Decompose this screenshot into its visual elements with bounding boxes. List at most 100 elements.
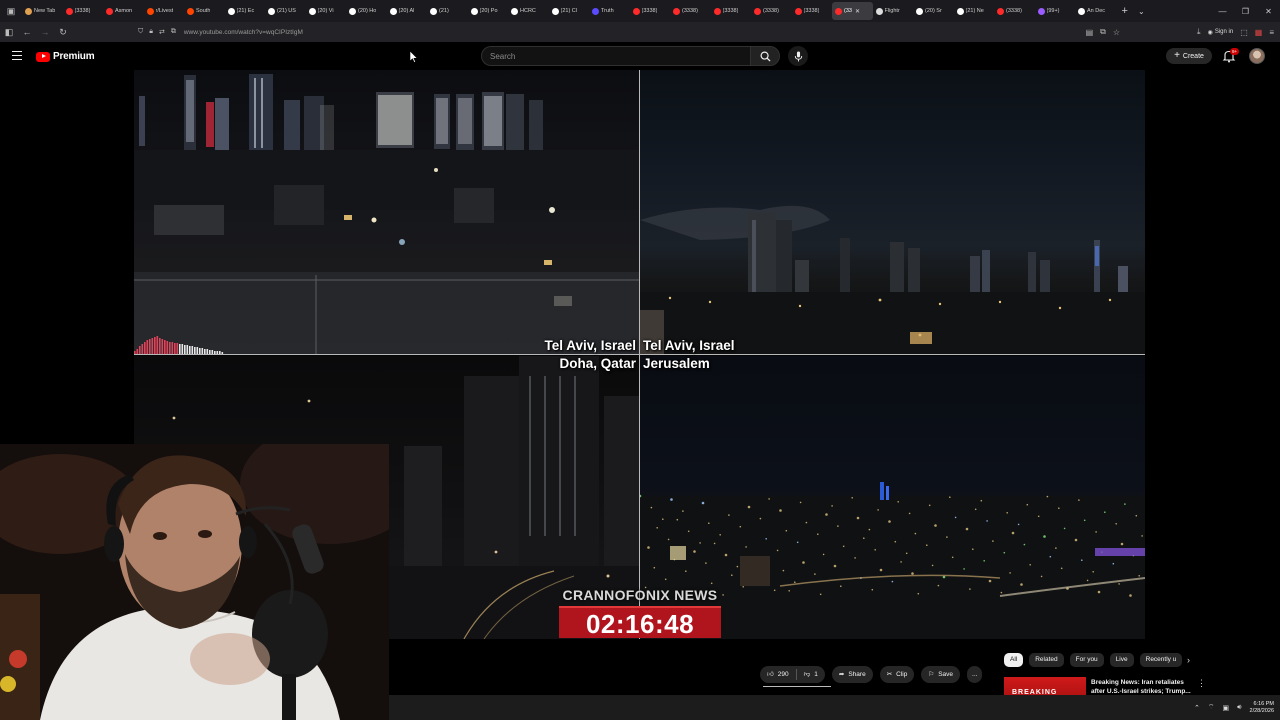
chevron-right-icon[interactable]: › (1187, 655, 1190, 665)
browser-tab[interactable]: Flightr (873, 2, 914, 20)
search-input[interactable] (490, 51, 750, 61)
browser-tab[interactable]: (21) Ec (225, 2, 266, 20)
city-light (1006, 512, 1008, 514)
browser-tab[interactable]: Truth (589, 2, 630, 20)
browser-tab[interactable]: (20) Ho (346, 2, 387, 20)
bookmark-star-icon[interactable]: ☆ (1113, 28, 1120, 37)
browser-tab[interactable]: (21) Cl (549, 2, 590, 20)
hamburger-menu-icon[interactable] (12, 51, 22, 60)
reader-view-icon[interactable]: ▤ (1086, 28, 1094, 37)
download-icon[interactable]: ⤓ (1197, 27, 1201, 37)
tab-list-chevron-icon[interactable]: ⌄ (1138, 7, 1145, 16)
city-light (719, 534, 721, 536)
forward-icon[interactable]: → (36, 22, 54, 42)
lock-icon[interactable]: 🔒︎ (149, 28, 153, 36)
more-vertical-icon[interactable]: ⋮ (1197, 678, 1206, 689)
reload-icon[interactable]: ↻ (54, 22, 72, 42)
sign-in-button[interactable]: ◉ Sign in (1208, 29, 1234, 36)
browser-tab[interactable]: (3338) (792, 2, 833, 20)
browser-tab[interactable]: (20) Al (387, 2, 428, 20)
city-light (831, 505, 833, 507)
browser-menu-icon[interactable]: ≡ (1269, 28, 1274, 37)
browser-tab[interactable]: (3338) (63, 2, 104, 20)
browser-tab[interactable]: HCRC (508, 2, 549, 20)
shield-icon[interactable]: ⛉ (138, 28, 143, 36)
filter-chip[interactable]: For you (1069, 652, 1104, 667)
browser-tab[interactable]: (20) Vi (306, 2, 347, 20)
camera-label-bottom-right: Jerusalem (643, 356, 710, 371)
browser-tab[interactable]: (21) US (265, 2, 306, 20)
wifi-icon[interactable]: ⌔ (1208, 703, 1215, 712)
browser-tab[interactable]: (3338) (711, 2, 752, 20)
city-light (1049, 555, 1052, 558)
dislike-button[interactable]: 👎︎ 1 (797, 666, 825, 683)
city-light (837, 525, 839, 527)
tab-title: Flightr (884, 8, 900, 14)
tab-favicon-icon (349, 7, 356, 15)
filter-chip[interactable]: All (1004, 652, 1024, 667)
browser-tab[interactable]: r/Livest (144, 2, 185, 20)
youtube-premium-logo[interactable]: Premium (36, 51, 95, 62)
browser-tab[interactable]: (20) Sr (913, 2, 954, 20)
voice-search-button[interactable] (788, 46, 808, 66)
city-light (1017, 523, 1020, 526)
new-tab-button[interactable]: + (1122, 5, 1128, 17)
audio-bar (174, 343, 176, 354)
microphone-icon (794, 50, 802, 62)
city-light (1003, 551, 1006, 554)
browser-tab[interactable]: (33 ✕ (832, 2, 873, 20)
city-light (1115, 523, 1117, 525)
filter-chip[interactable]: Recently u (1139, 652, 1183, 667)
browser-tab[interactable]: Asmon (103, 2, 144, 20)
city-light (1141, 535, 1143, 537)
city-light (1129, 594, 1132, 597)
browser-tab[interactable]: New Tab (22, 2, 63, 20)
pip-icon[interactable]: ⧉ (1100, 27, 1106, 37)
related-video-title[interactable]: Breaking News: Iran retaliates after U.S… (1091, 678, 1195, 696)
tray-chevron-icon[interactable]: ⌃ (1194, 704, 1200, 712)
browser-tab[interactable]: (99+) (1035, 2, 1076, 20)
back-icon[interactable]: ← (18, 22, 36, 42)
browser-tab[interactable]: (3338) (630, 2, 671, 20)
tab-favicon-icon (268, 7, 275, 15)
browser-tab[interactable]: (21) Ne (954, 2, 995, 20)
volume-icon[interactable]: 🔊︎ (1237, 704, 1241, 712)
taskbar-clock[interactable]: 6:16 PM 2/28/2026 (1250, 701, 1274, 715)
browser-tab[interactable]: (3338) (994, 2, 1035, 20)
clip-button[interactable]: ✂ Clip (879, 665, 915, 683)
sidebar-toggle-icon[interactable]: ◧ (0, 22, 18, 42)
browser-tab[interactable]: (20) Po (468, 2, 509, 20)
more-actions-button[interactable]: ... (967, 665, 983, 683)
url-field[interactable]: ⛉ 🔒︎ ⇄ ⧉ www.youtube.com/watch?v=wqCIPIz… (138, 28, 303, 36)
save-button[interactable]: ⚐ Save (921, 665, 961, 683)
city-light (1046, 495, 1049, 498)
tab-title: (21) (439, 8, 449, 14)
extension-badge-icon[interactable]: ▦ (1255, 28, 1263, 37)
create-button[interactable]: + Create (1166, 48, 1212, 64)
minimize-icon[interactable]: — (1211, 0, 1234, 22)
browser-tab[interactable]: (21) (427, 2, 468, 20)
user-avatar[interactable] (1249, 48, 1265, 64)
browser-tab[interactable]: (3338) (751, 2, 792, 20)
browser-tab[interactable]: An Dec (1075, 2, 1116, 20)
close-window-icon[interactable]: ✕ (1257, 0, 1280, 22)
picture-in-picture-icon[interactable]: ⧉ (171, 28, 176, 36)
tab-close-icon[interactable]: ✕ (855, 8, 860, 15)
like-button[interactable]: 👍︎ 290 (760, 666, 796, 683)
url-text[interactable]: www.youtube.com/watch?v=wqCIPIztIgM (184, 29, 303, 36)
filter-chip[interactable]: Related (1029, 652, 1064, 667)
address-bar-actions: ▤ ⧉ ☆ ⤓ ◉ Sign in ⬚ ▦ ≡ (1086, 22, 1280, 42)
mouse-cursor-icon (410, 51, 418, 63)
site-permissions-icon[interactable]: ⇄ (159, 28, 165, 36)
window-menu-icon[interactable]: ▣ (0, 0, 22, 22)
city-light (662, 518, 664, 520)
like-count: 290 (777, 670, 789, 678)
search-button[interactable] (750, 46, 780, 66)
network-icon[interactable]: ▣ (1222, 704, 1229, 712)
share-button[interactable]: ➦ Share (831, 665, 873, 683)
restore-icon[interactable]: ❐ (1234, 0, 1257, 22)
extensions-icon[interactable]: ⬚ (1240, 28, 1248, 37)
browser-tab[interactable]: (3338) (670, 2, 711, 20)
filter-chip[interactable]: Live (1109, 652, 1134, 667)
browser-tab[interactable]: South (184, 2, 225, 20)
